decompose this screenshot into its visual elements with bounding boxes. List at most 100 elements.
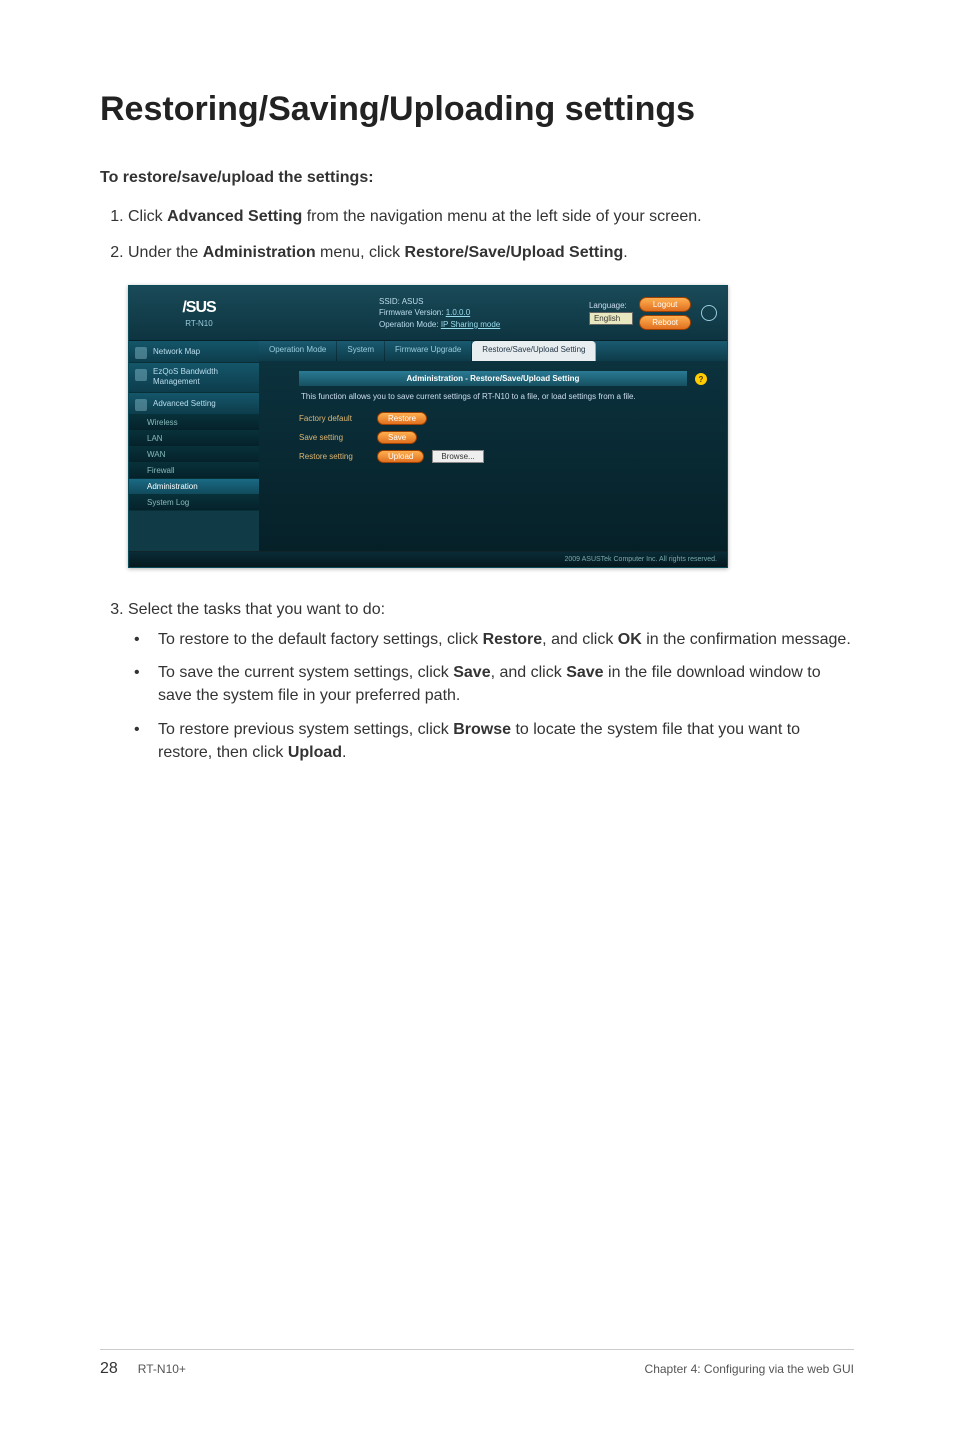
title-text: Administration - Restore/Save/Upload Set… — [407, 374, 580, 383]
fw-label: Firmware Version: — [379, 308, 446, 317]
bullet-restore: To restore to the default factory settin… — [158, 628, 854, 651]
row-factory-default: Factory default Restore — [299, 412, 687, 425]
label: EzQoS Bandwidth Management — [153, 367, 218, 386]
text: To restore previous system settings, cli… — [158, 721, 453, 738]
bullet-list: To restore to the default factory settin… — [128, 628, 854, 764]
save-button[interactable]: Save — [377, 431, 417, 444]
label: System Log — [147, 498, 189, 507]
bold-text: Browse — [453, 721, 511, 738]
tabs: Operation Mode System Firmware Upgrade R… — [259, 341, 727, 361]
text: Select the tasks that you want to do: — [128, 601, 385, 618]
section-subhead: To restore/save/upload the settings: — [100, 169, 854, 187]
text: menu, click — [316, 244, 405, 261]
step-2: Under the Administration menu, click Res… — [128, 241, 854, 265]
footer-model: RT-N10+ — [138, 1362, 186, 1376]
bullet-save: To save the current system settings, cli… — [158, 661, 854, 707]
router-body: Network Map EzQoS Bandwidth Management A… — [129, 341, 727, 551]
opmode-label: Operation Mode: — [379, 320, 441, 329]
reboot-button[interactable]: Reboot — [639, 315, 691, 330]
ssid-value: ASUS — [402, 297, 424, 306]
upload-button[interactable]: Upload — [377, 450, 424, 463]
settings-panel: Administration - Restore/Save/Upload Set… — [259, 361, 727, 479]
text: . — [342, 744, 346, 761]
bullet-upload: To restore previous system settings, cli… — [158, 718, 854, 764]
step-3: Select the tasks that you want to do: To… — [128, 598, 854, 764]
label: Factory default — [299, 414, 369, 423]
bold-text: Save — [566, 664, 603, 681]
label: Restore setting — [299, 452, 369, 461]
bold-text: Upload — [288, 744, 342, 761]
fw-link[interactable]: 1.0.0.0 — [446, 308, 470, 317]
sidebar-item-advanced[interactable]: Advanced Setting — [129, 393, 259, 415]
step-1: Click Advanced Setting from the navigati… — [128, 205, 854, 229]
asus-logo: /SUS RT-N10 — [139, 293, 259, 333]
bold-text: OK — [618, 631, 642, 648]
router-header: /SUS RT-N10 SSID: ASUS Firmware Version:… — [129, 286, 727, 341]
panel-description: This function allows you to save current… — [299, 386, 687, 412]
sidebar-item-wan[interactable]: WAN — [129, 447, 259, 463]
bold-text: Restore — [483, 631, 543, 648]
text: from the navigation menu at the left sid… — [302, 208, 701, 225]
header-right: Language: English Logout Reboot — [589, 297, 717, 330]
sidebar-item-firewall[interactable]: Firewall — [129, 463, 259, 479]
language-label: Language: — [589, 301, 627, 310]
text: Under the — [128, 244, 203, 261]
tab-firmware-upgrade[interactable]: Firmware Upgrade — [385, 341, 472, 361]
sidebar-item-ezqos[interactable]: EzQoS Bandwidth Management — [129, 363, 259, 393]
page-footer: 28 RT-N10+ Chapter 4: Configuring via th… — [100, 1349, 854, 1378]
help-icon[interactable]: ? — [695, 373, 707, 385]
text: , and click — [542, 631, 618, 648]
page-title: Restoring/Saving/Uploading settings — [100, 90, 854, 129]
bold-text: Administration — [203, 244, 316, 261]
main-panel: Operation Mode System Firmware Upgrade R… — [259, 341, 727, 551]
browse-button[interactable]: Browse... — [432, 450, 483, 463]
sidebar-item-lan[interactable]: LAN — [129, 431, 259, 447]
model-text: RT-N10 — [185, 319, 212, 328]
row-restore-setting: Restore setting Upload Browse... — [299, 450, 687, 463]
sidebar-item-wireless[interactable]: Wireless — [129, 415, 259, 431]
tab-restore-save-upload[interactable]: Restore/Save/Upload Setting — [472, 341, 596, 361]
row-save-setting: Save setting Save — [299, 431, 687, 444]
text: , and click — [491, 664, 567, 681]
text: To restore to the default factory settin… — [158, 631, 483, 648]
sidebar-item-administration[interactable]: Administration — [129, 479, 259, 495]
bold-text: Restore/Save/Upload Setting — [405, 244, 624, 261]
globe-icon — [701, 305, 717, 321]
label: Advanced Setting — [153, 399, 216, 408]
instruction-list-cont: Select the tasks that you want to do: To… — [100, 598, 854, 764]
page-number: 28 — [100, 1360, 118, 1378]
label: WAN — [147, 450, 165, 459]
sidebar-item-system-log[interactable]: System Log — [129, 495, 259, 511]
tab-operation-mode[interactable]: Operation Mode — [259, 341, 337, 361]
network-icon — [135, 347, 147, 359]
label: Firewall — [147, 466, 175, 475]
bold-text: Advanced Setting — [167, 208, 302, 225]
sidebar-item-network-map[interactable]: Network Map — [129, 341, 259, 363]
gear-icon — [135, 399, 147, 411]
text: . — [623, 244, 627, 261]
panel-title: Administration - Restore/Save/Upload Set… — [299, 371, 687, 386]
ssid-label: SSID: — [379, 297, 402, 306]
qos-icon — [135, 369, 147, 381]
restore-button[interactable]: Restore — [377, 412, 427, 425]
router-footer: 2009 ASUSTek Computer Inc. All rights re… — [129, 551, 727, 567]
router-ui-screenshot: /SUS RT-N10 SSID: ASUS Firmware Version:… — [128, 285, 728, 568]
label: Save setting — [299, 433, 369, 442]
label: Network Map — [153, 347, 200, 356]
router-info: SSID: ASUS Firmware Version: 1.0.0.0 Ope… — [379, 296, 500, 330]
language-select[interactable]: English — [589, 312, 633, 325]
logout-button[interactable]: Logout — [639, 297, 691, 312]
label: Wireless — [147, 418, 178, 427]
text: Click — [128, 208, 167, 225]
label: LAN — [147, 434, 163, 443]
footer-chapter: Chapter 4: Configuring via the web GUI — [645, 1362, 854, 1376]
sidebar: Network Map EzQoS Bandwidth Management A… — [129, 341, 259, 551]
opmode-link[interactable]: IP Sharing mode — [441, 320, 500, 329]
bold-text: Save — [453, 664, 490, 681]
logo-text: /SUS — [182, 299, 215, 317]
text: in the confirmation message. — [642, 631, 851, 648]
label: Administration — [147, 482, 198, 491]
tab-system[interactable]: System — [337, 341, 385, 361]
instruction-list: Click Advanced Setting from the navigati… — [100, 205, 854, 265]
text: To save the current system settings, cli… — [158, 664, 453, 681]
